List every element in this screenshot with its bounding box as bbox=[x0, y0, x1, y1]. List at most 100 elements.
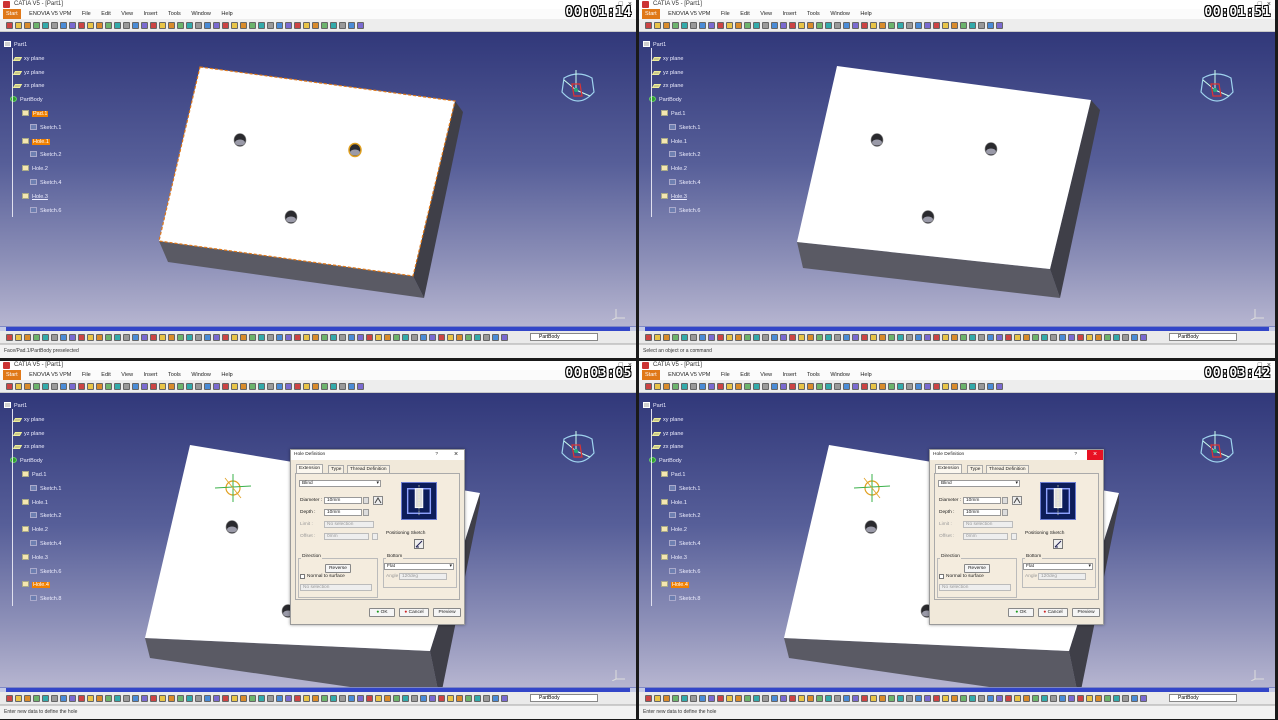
toolbar-icon[interactable] bbox=[744, 334, 751, 341]
toolbar-icon[interactable] bbox=[204, 695, 211, 702]
toolbar-icon[interactable] bbox=[240, 383, 247, 390]
menu-start[interactable]: Start bbox=[3, 370, 21, 380]
toolbar-icon[interactable] bbox=[222, 334, 229, 341]
positioning-sketch-icon[interactable] bbox=[414, 539, 424, 549]
toolbar-icon[interactable] bbox=[168, 695, 175, 702]
menu-help[interactable]: Help bbox=[860, 370, 871, 380]
toolbar-icon[interactable] bbox=[717, 22, 724, 29]
toolbar-icon[interactable] bbox=[699, 383, 706, 390]
tree-node-part[interactable]: Part1 bbox=[4, 40, 27, 50]
toolbar-icon[interactable] bbox=[888, 22, 895, 29]
toolbar-icon[interactable] bbox=[897, 695, 904, 702]
toolbar-icon[interactable] bbox=[87, 334, 94, 341]
toolbar-icon[interactable] bbox=[987, 334, 994, 341]
toolbar-icon[interactable] bbox=[213, 22, 220, 29]
toolbar-icon[interactable] bbox=[717, 695, 724, 702]
toolbar-icon[interactable] bbox=[123, 22, 130, 29]
toolbar-icon[interactable] bbox=[1068, 695, 1075, 702]
toolbar-icon[interactable] bbox=[942, 695, 949, 702]
toolbar-icon[interactable] bbox=[222, 22, 229, 29]
tree-node-partbody[interactable]: PartBody bbox=[649, 456, 682, 466]
toolbar-icon[interactable] bbox=[960, 22, 967, 29]
toolbar-icon[interactable] bbox=[915, 383, 922, 390]
toolbar-icon[interactable] bbox=[726, 383, 733, 390]
toolbar-icon[interactable] bbox=[60, 334, 67, 341]
toolbar-icon[interactable] bbox=[843, 695, 850, 702]
toolbar-icon[interactable] bbox=[825, 695, 832, 702]
toolbar-icon[interactable] bbox=[105, 22, 112, 29]
tree-node-feat[interactable]: Hole.1 bbox=[22, 137, 50, 147]
toolbar-icon[interactable] bbox=[474, 695, 481, 702]
toolbar-icon[interactable] bbox=[123, 383, 130, 390]
dimension-icon[interactable] bbox=[1012, 496, 1022, 505]
tree-node-feat[interactable]: Hole.3 bbox=[22, 553, 48, 563]
compass-icon[interactable] bbox=[556, 427, 600, 471]
toolbar-icon[interactable] bbox=[456, 695, 463, 702]
toolbar-icon[interactable] bbox=[978, 334, 985, 341]
toolbar-icon[interactable] bbox=[60, 695, 67, 702]
toolbar-icon[interactable] bbox=[213, 383, 220, 390]
toolbar-icon[interactable] bbox=[339, 383, 346, 390]
toolbar-icon[interactable] bbox=[6, 695, 13, 702]
toolbar-icon[interactable] bbox=[816, 22, 823, 29]
toolbar-icon[interactable] bbox=[141, 334, 148, 341]
bottom-type-select[interactable]: Flat bbox=[384, 563, 454, 570]
toolbar-icon[interactable] bbox=[42, 383, 49, 390]
toolbar-icon[interactable] bbox=[906, 383, 913, 390]
toolbar-icon[interactable] bbox=[663, 22, 670, 29]
toolbar-icon[interactable] bbox=[789, 695, 796, 702]
toolbar-icon[interactable] bbox=[51, 334, 58, 341]
toolbar-icon[interactable] bbox=[465, 695, 472, 702]
toolbar-icon[interactable] bbox=[159, 334, 166, 341]
tree-node-feat[interactable]: Hole.2 bbox=[661, 164, 687, 174]
toolbar-icon[interactable] bbox=[1122, 695, 1129, 702]
toolbar-icon[interactable] bbox=[24, 334, 31, 341]
toolbar-icon[interactable] bbox=[465, 334, 472, 341]
toolbar-icon[interactable] bbox=[951, 383, 958, 390]
toolbar-icon[interactable] bbox=[348, 695, 355, 702]
menu-view[interactable]: View bbox=[121, 370, 133, 380]
toolbar-icon[interactable] bbox=[942, 383, 949, 390]
tree-node-sk[interactable]: Sketch.4 bbox=[669, 539, 700, 549]
menu-insert[interactable]: Insert bbox=[783, 370, 797, 380]
tree-node-feat[interactable]: Pad.1 bbox=[661, 109, 685, 119]
toolbar-icon[interactable] bbox=[825, 334, 832, 341]
toolbar-icon[interactable] bbox=[1041, 334, 1048, 341]
toolbar-icon[interactable] bbox=[150, 695, 157, 702]
tree-node-sk[interactable]: Sketch.2 bbox=[30, 511, 61, 521]
toolbar-icon[interactable] bbox=[1005, 334, 1012, 341]
extension-type-select[interactable]: Blind bbox=[938, 480, 1020, 487]
toolbar-icon[interactable] bbox=[861, 695, 868, 702]
toolbar-icon[interactable] bbox=[663, 695, 670, 702]
toolbar-icon[interactable] bbox=[780, 334, 787, 341]
toolbar-icon[interactable] bbox=[267, 695, 274, 702]
menu-enovia[interactable]: ENOVIA V5 VPM bbox=[29, 370, 71, 380]
toolbar-icon[interactable] bbox=[924, 22, 931, 29]
toolbar-icon[interactable] bbox=[780, 695, 787, 702]
toolbar-icon[interactable] bbox=[249, 22, 256, 29]
toolbar-icon[interactable] bbox=[258, 334, 265, 341]
toolbar-icon[interactable] bbox=[951, 695, 958, 702]
compass-icon[interactable] bbox=[1195, 66, 1239, 110]
toolbar-icon[interactable] bbox=[1113, 334, 1120, 341]
toolbar-icon[interactable] bbox=[654, 695, 661, 702]
tree-node-part[interactable]: Part1 bbox=[643, 40, 666, 50]
tree-node-plane[interactable]: yz plane bbox=[12, 68, 45, 78]
toolbar-icon[interactable] bbox=[816, 334, 823, 341]
toolbar-icon[interactable] bbox=[915, 695, 922, 702]
toolbar-icon[interactable] bbox=[906, 22, 913, 29]
toolbar-icon[interactable] bbox=[339, 334, 346, 341]
cancel-button[interactable]: ● Cancel bbox=[399, 608, 429, 617]
pad-top-face[interactable] bbox=[797, 66, 1091, 269]
toolbar-icon[interactable] bbox=[303, 383, 310, 390]
toolbar-icon[interactable] bbox=[843, 383, 850, 390]
menu-insert[interactable]: Insert bbox=[144, 370, 158, 380]
menu-edit[interactable]: Edit bbox=[740, 9, 749, 19]
toolbar-icon[interactable] bbox=[321, 22, 328, 29]
toolbar-icon[interactable] bbox=[888, 695, 895, 702]
toolbar-icon[interactable] bbox=[123, 695, 130, 702]
toolbar-icon[interactable] bbox=[276, 695, 283, 702]
toolbar-icon[interactable] bbox=[708, 22, 715, 29]
toolbar-icon[interactable] bbox=[132, 334, 139, 341]
toolbar-icon[interactable] bbox=[501, 695, 508, 702]
